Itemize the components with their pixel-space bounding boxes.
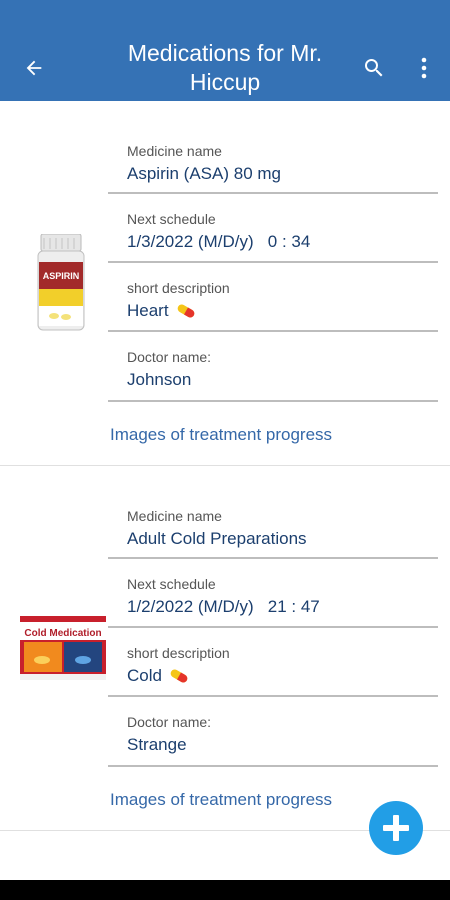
- short-description-field[interactable]: short description Heart: [108, 263, 438, 332]
- page-title: Medications for Mr. Hiccup: [127, 40, 323, 95]
- add-medication-button[interactable]: [369, 801, 423, 855]
- doctor-name-field[interactable]: Doctor name: Johnson: [108, 332, 438, 402]
- medicine-name-value: Adult Cold Preparations: [127, 529, 307, 548]
- add-icon: [383, 815, 409, 841]
- next-schedule-field[interactable]: Next schedule 1/2/2022 (M/D/y) 21 : 47: [108, 559, 438, 628]
- overflow-menu-button[interactable]: [410, 52, 438, 84]
- doctor-name-value: Strange: [127, 735, 187, 754]
- next-schedule-value: 1/3/2022 (M/D/y) 0 : 34: [127, 232, 311, 251]
- doctor-name-label: Doctor name:: [127, 714, 212, 730]
- next-schedule-label: Next schedule: [127, 211, 216, 227]
- short-description-label: short description: [127, 280, 230, 296]
- search-button[interactable]: [358, 52, 390, 84]
- medicine-name-field[interactable]: Medicine name Adult Cold Preparations: [108, 497, 438, 559]
- aspirin-brand-label: ASPIRIN: [43, 271, 80, 281]
- short-description-value-row: Cold: [127, 666, 190, 686]
- medicine-name-label: Medicine name: [127, 508, 222, 524]
- short-description-label: short description: [127, 645, 230, 661]
- next-schedule-field[interactable]: Next schedule 1/3/2022 (M/D/y) 0 : 34: [108, 194, 438, 263]
- short-description-value: Cold: [127, 666, 162, 685]
- arrow-back-icon: [26, 60, 42, 76]
- system-navigation-bar: [0, 880, 450, 900]
- images-of-treatment-progress-link[interactable]: Images of treatment progress: [110, 425, 332, 445]
- medicine-name-label: Medicine name: [127, 143, 222, 159]
- short-description-field[interactable]: short description Cold: [108, 628, 438, 697]
- next-schedule-value: 1/2/2022 (M/D/y) 21 : 47: [127, 597, 320, 616]
- medicine-name-value: Aspirin (ASA) 80 mg: [127, 164, 281, 183]
- pill-icon: [177, 304, 194, 318]
- next-schedule-label: Next schedule: [127, 576, 216, 592]
- pill-icon: [170, 669, 188, 683]
- more-vert-icon: [421, 57, 427, 79]
- aspirin-bottle-image: ASPIRIN: [37, 234, 85, 331]
- doctor-name-value: Johnson: [127, 370, 192, 389]
- doctor-name-field[interactable]: Doctor name: Strange: [108, 697, 438, 767]
- medicine-name-field[interactable]: Medicine name Aspirin (ASA) 80 mg: [108, 132, 438, 194]
- cold-brand-label: Cold Medication: [24, 628, 101, 639]
- short-description-value: Heart: [127, 301, 169, 320]
- medication-card[interactable]: ASPIRIN Medicine name Aspirin (ASA) 80 m…: [0, 101, 450, 465]
- medication-card[interactable]: Cold Medication Medicine name Adult Cold…: [0, 466, 450, 830]
- search-icon: [365, 59, 383, 77]
- app-bar: Medications for Mr. Hiccup: [0, 0, 450, 101]
- images-of-treatment-progress-link[interactable]: Images of treatment progress: [110, 790, 332, 810]
- cold-medication-box-image: Cold Medication: [20, 616, 106, 680]
- back-button[interactable]: [18, 52, 50, 84]
- short-description-value-row: Heart: [127, 301, 197, 321]
- doctor-name-label: Doctor name:: [127, 349, 212, 365]
